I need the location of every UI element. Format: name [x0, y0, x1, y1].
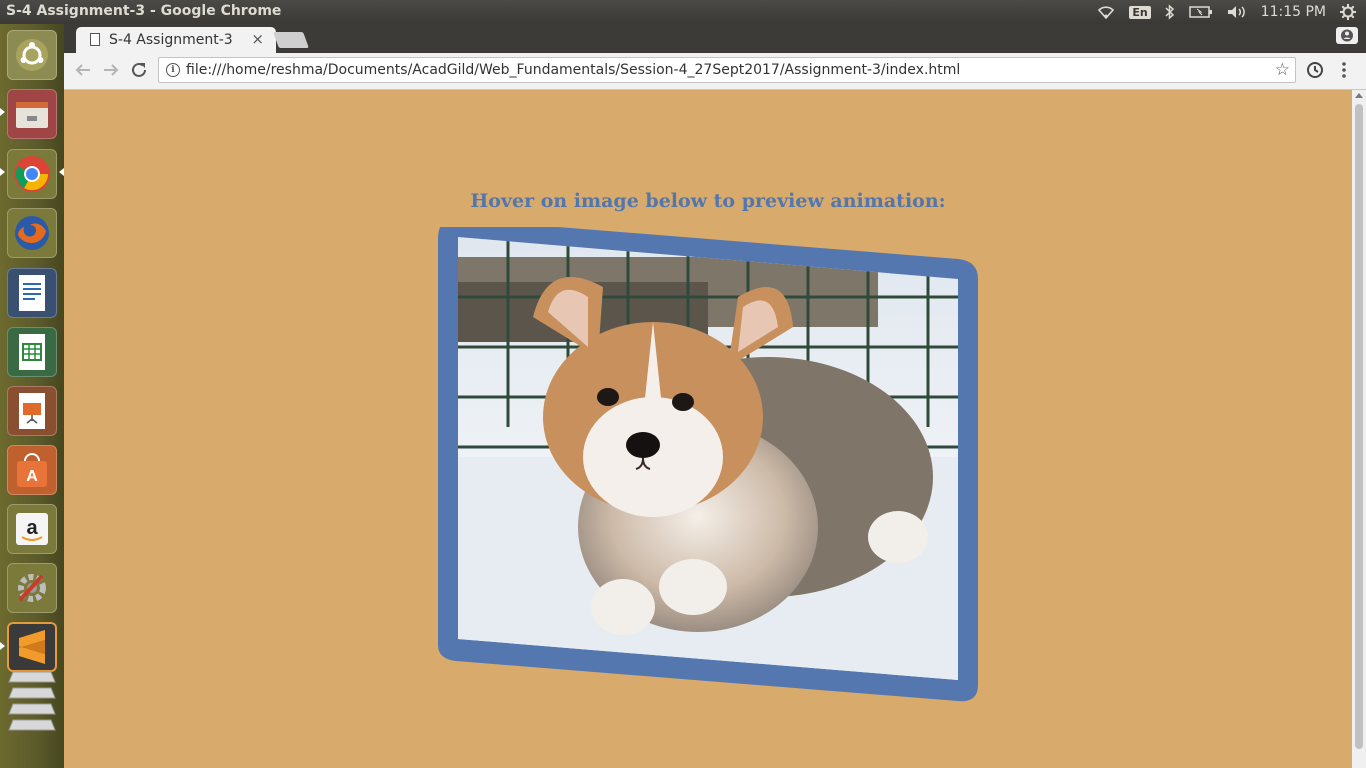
- forward-arrow-icon[interactable]: [102, 61, 120, 83]
- chrome-icon[interactable]: [7, 149, 57, 199]
- firefox-icon[interactable]: [7, 208, 57, 258]
- browser-tab-strip: S-4 Assignment-3 ×: [64, 24, 1366, 53]
- profile-button[interactable]: [1336, 27, 1358, 44]
- menu-dots-icon[interactable]: [1341, 61, 1347, 83]
- files-icon[interactable]: [7, 89, 57, 139]
- vertical-scrollbar[interactable]: [1352, 90, 1366, 768]
- page-viewport: Hover on image below to preview animatio…: [64, 90, 1352, 768]
- extension-sync-icon[interactable]: [1306, 61, 1324, 83]
- top-panel: S-4 Assignment-3 - Google Chrome En 11:1…: [0, 0, 1366, 24]
- system-settings-icon[interactable]: [7, 563, 57, 613]
- running-indicator: [0, 168, 5, 176]
- workspaces-icon[interactable]: [7, 671, 57, 731]
- svg-text:a: a: [26, 517, 38, 539]
- page-heading: Hover on image below to preview animatio…: [470, 190, 946, 212]
- wifi-icon[interactable]: [1097, 5, 1115, 19]
- corgi-puppy-photo: [458, 237, 958, 680]
- animated-image-frame[interactable]: [438, 227, 978, 712]
- clock[interactable]: 11:15 PM: [1261, 4, 1326, 20]
- site-info-icon[interactable]: i: [166, 63, 180, 77]
- scrollbar-thumb[interactable]: [1355, 104, 1363, 749]
- scroll-up-icon[interactable]: [1355, 93, 1363, 98]
- url-text[interactable]: file:///home/reshma/Documents/AcadGild/W…: [186, 62, 960, 78]
- impress-icon[interactable]: [7, 386, 57, 436]
- software-center-icon[interactable]: A: [7, 445, 57, 495]
- system-tray: En 11:15 PM: [1097, 0, 1366, 24]
- address-bar[interactable]: i file:///home/reshma/Documents/AcadGild…: [158, 57, 1296, 83]
- amazon-icon[interactable]: a: [7, 504, 57, 554]
- volume-icon[interactable]: [1227, 5, 1247, 19]
- power-gear-icon[interactable]: [1340, 4, 1356, 20]
- keyboard-language-indicator[interactable]: En: [1129, 5, 1151, 19]
- running-indicator: [0, 642, 5, 650]
- bluetooth-icon[interactable]: [1165, 4, 1175, 20]
- new-tab-button[interactable]: [273, 32, 309, 48]
- back-arrow-icon[interactable]: [74, 61, 92, 83]
- ubuntu-dash-icon[interactable]: [7, 30, 57, 80]
- window-title: S-4 Assignment-3 - Google Chrome: [6, 3, 282, 19]
- writer-icon[interactable]: [7, 268, 57, 318]
- close-tab-icon[interactable]: ×: [251, 30, 264, 48]
- tab-title: S-4 Assignment-3: [109, 32, 233, 48]
- tab-active[interactable]: S-4 Assignment-3 ×: [76, 27, 276, 53]
- reload-icon[interactable]: [130, 61, 148, 83]
- battery-icon[interactable]: [1188, 5, 1213, 19]
- svg-text:A: A: [26, 468, 38, 485]
- unity-launcher: A a: [0, 24, 64, 768]
- browser-toolbar: i file:///home/reshma/Documents/AcadGild…: [64, 53, 1366, 90]
- sublime-text-icon[interactable]: [7, 622, 57, 672]
- bookmark-star-icon[interactable]: ☆: [1275, 60, 1290, 80]
- calc-icon[interactable]: [7, 327, 57, 377]
- running-indicator: [0, 108, 5, 116]
- page-icon: [90, 33, 100, 46]
